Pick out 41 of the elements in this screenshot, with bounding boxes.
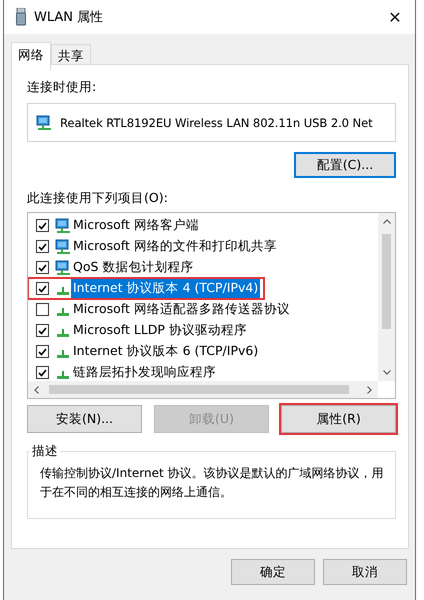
network-icon: [56, 349, 70, 358]
checkbox[interactable]: [36, 345, 49, 358]
computer-icon: [55, 260, 71, 276]
close-icon[interactable]: ✕: [375, 8, 415, 26]
checkbox[interactable]: [36, 366, 49, 379]
checkbox[interactable]: [36, 324, 49, 337]
computer-icon: [55, 218, 71, 234]
vertical-scrollbar[interactable]: [378, 213, 395, 381]
list-item[interactable]: Internet 协议版本 4 (TCP/IPv4): [71, 279, 260, 298]
description-text: 传输控制协议/Internet 协议。该协议是默认的广域网络协议，用于在不同的相互连接的网络上通信。: [40, 465, 385, 501]
checkbox[interactable]: [36, 303, 49, 316]
section-label: 此连接使用下列项目(O):: [27, 190, 168, 205]
list-item[interactable]: QoS 数据包计划程序: [71, 258, 196, 277]
dialog-button[interactable]: 确定: [231, 559, 315, 585]
checkbox[interactable]: [36, 261, 49, 274]
action-button[interactable]: 属性(R): [281, 405, 396, 433]
horizontal-scrollbar[interactable]: [28, 381, 378, 398]
list-item[interactable]: Microsoft 网络客户端: [71, 216, 201, 235]
checkbox[interactable]: [36, 219, 49, 232]
adapter-icon: [16, 8, 26, 26]
dialog-button[interactable]: 取消: [323, 559, 407, 585]
network-icon: [56, 286, 70, 295]
list-item[interactable]: Microsoft 网络的文件和打印机共享: [71, 237, 279, 256]
checkbox[interactable]: [36, 282, 49, 295]
window-title: WLAN 属性: [34, 9, 104, 26]
section-label: 连接时使用:: [27, 79, 96, 94]
action-button[interactable]: 安装(N)...: [27, 405, 142, 433]
checkbox[interactable]: [36, 240, 49, 253]
adapter-network-icon: [36, 114, 52, 130]
list-item[interactable]: Internet 协议版本 6 (TCP/IPv6): [71, 342, 260, 361]
computer-icon: [55, 238, 71, 254]
configure-button[interactable]: 配置(C)...: [294, 152, 396, 178]
network-icon: [56, 370, 70, 379]
list-item[interactable]: Microsoft 网络适配器多路传送器协议: [71, 300, 292, 319]
adapter-field: Realtek RTL8192EU Wireless LAN 802.11n USB 2.0 Net: [27, 103, 396, 142]
network-icon: [56, 328, 70, 337]
list-item[interactable]: 链路层拓扑发现响应程序: [71, 363, 218, 381]
group-title: 描述: [31, 443, 59, 460]
tab[interactable]: 网络: [11, 42, 51, 70]
network-icon: [56, 307, 70, 316]
list-item[interactable]: Microsoft LLDP 协议驱动程序: [71, 321, 249, 340]
